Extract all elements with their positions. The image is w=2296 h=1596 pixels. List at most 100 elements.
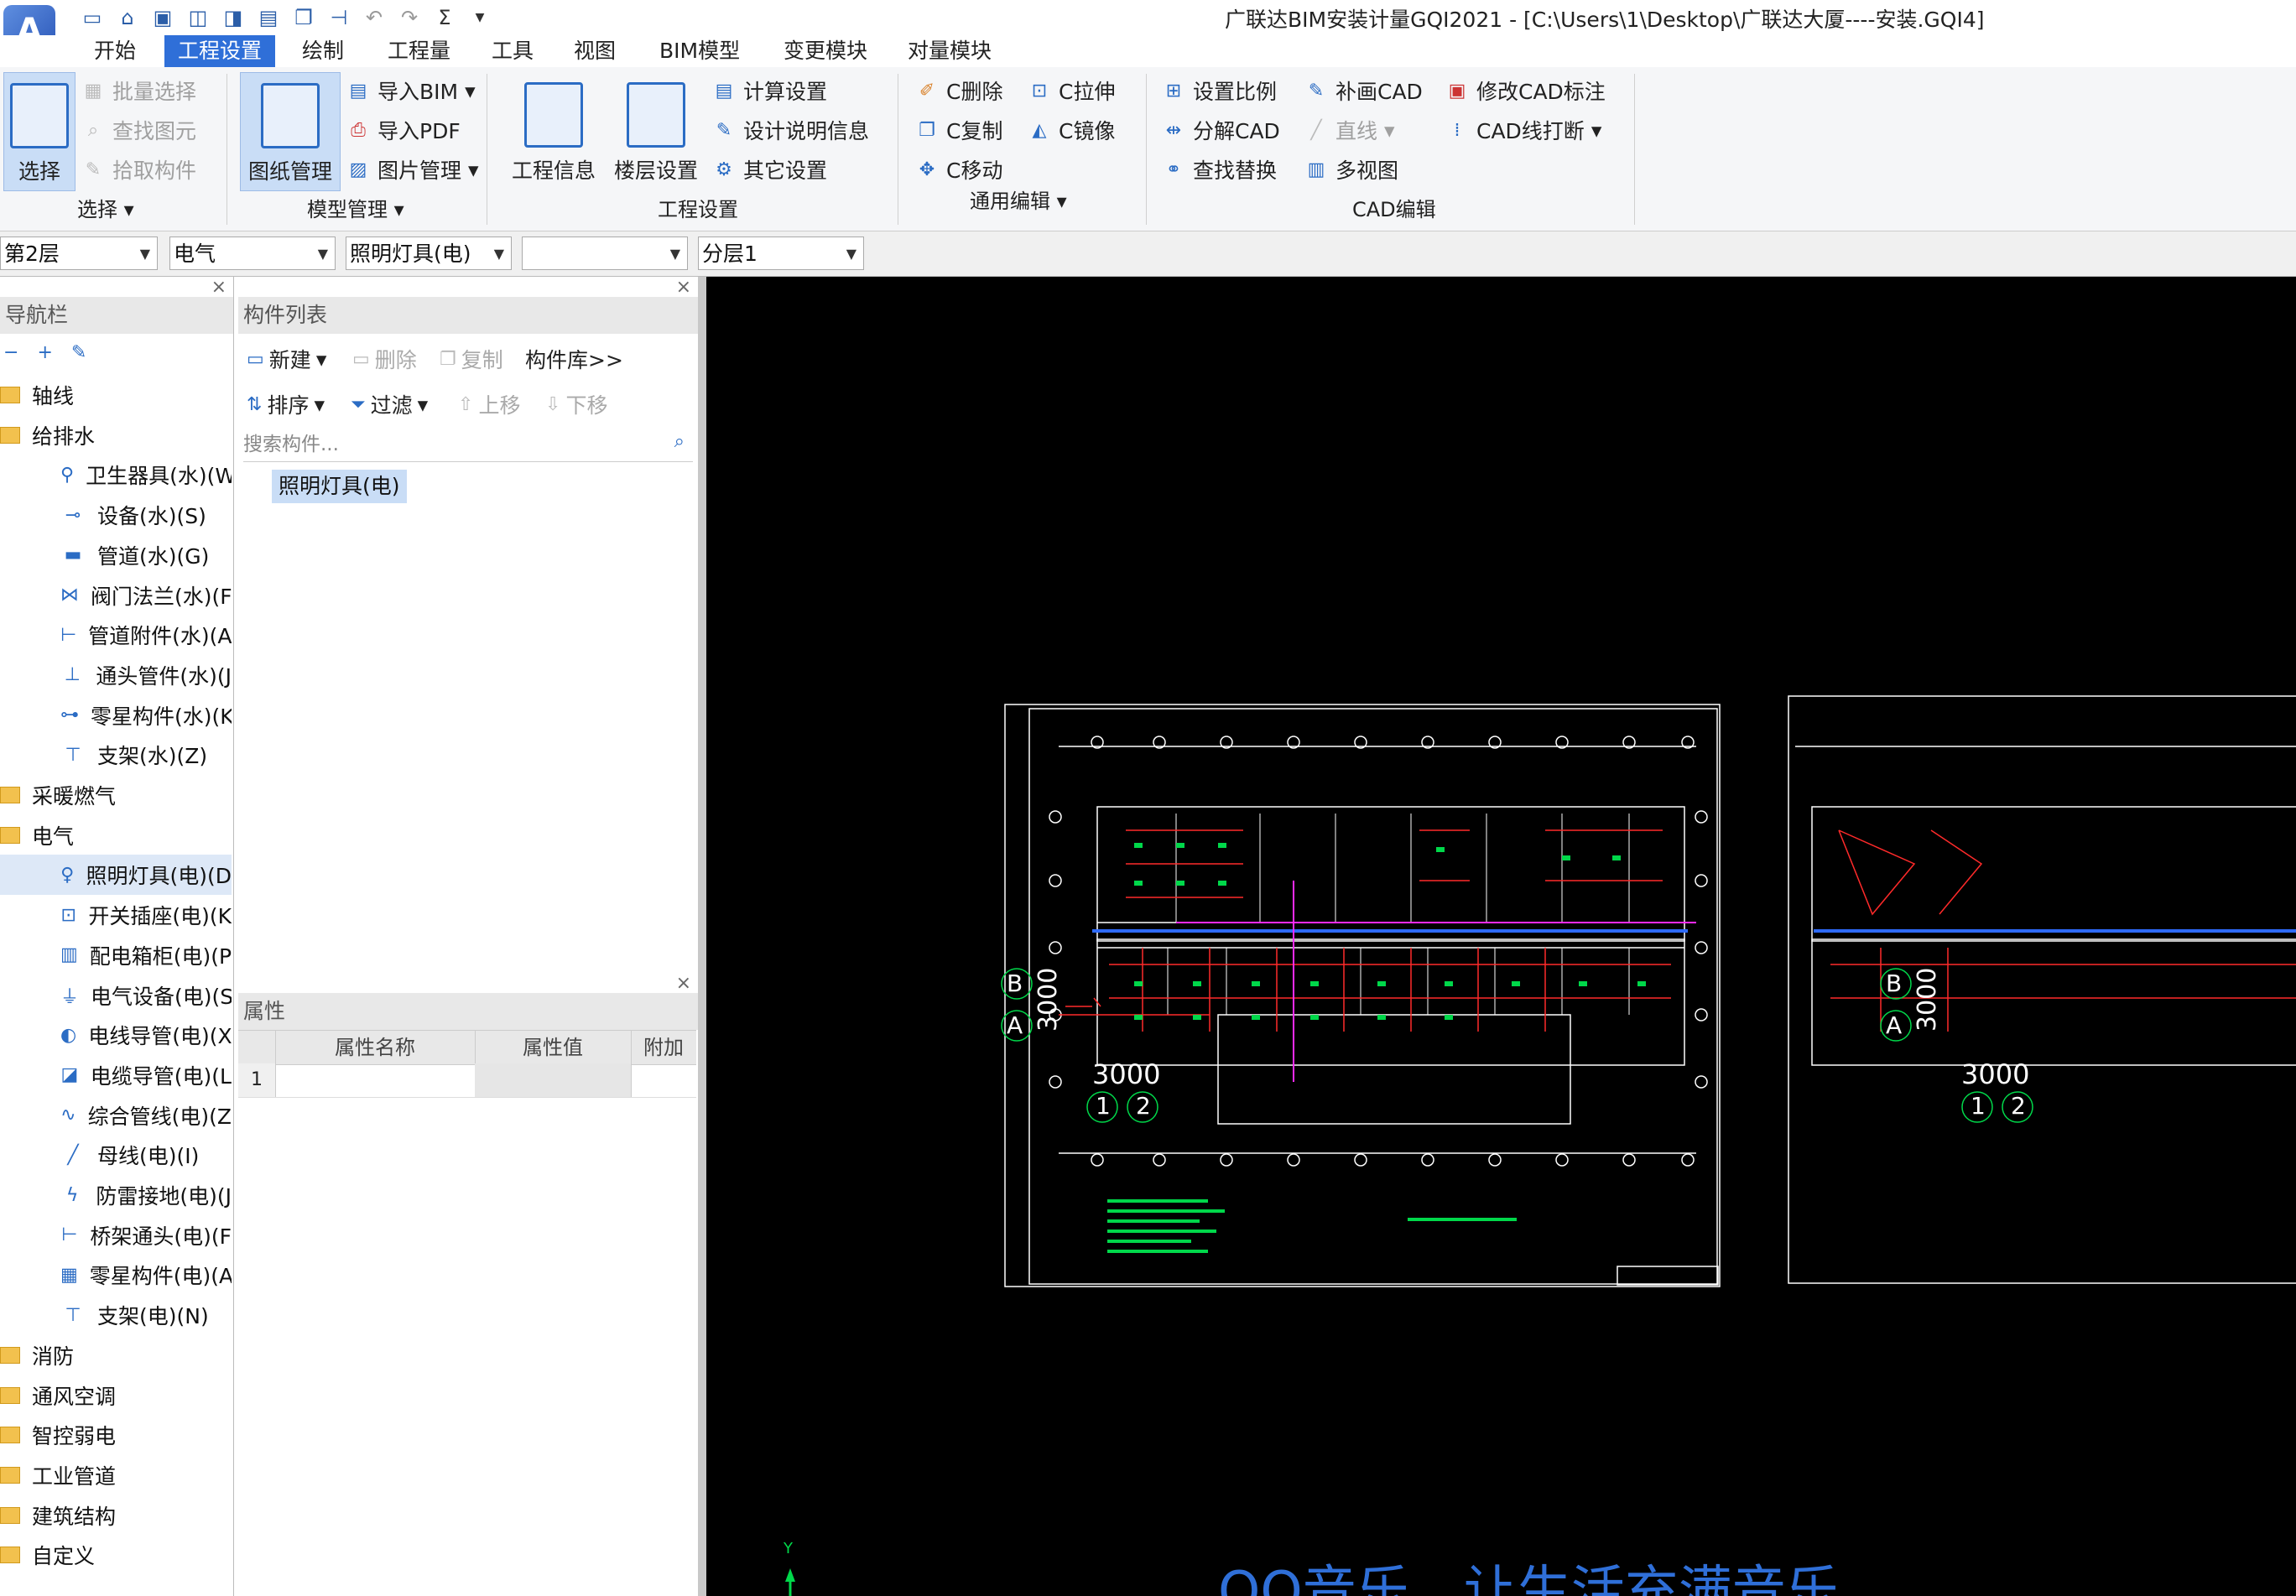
tab-tools[interactable]: 工具 <box>478 35 547 67</box>
pick-component-button[interactable]: ✎ 拾取构件 <box>81 153 196 186</box>
close-icon[interactable]: × <box>676 973 691 994</box>
nav-item[interactable]: ⏚ 电气设备(电)(S <box>0 975 232 1016</box>
nav-item[interactable]: ⊶ 零星构件(水)(K <box>0 695 232 736</box>
group-label-model[interactable]: 模型管理 ▾ <box>307 193 404 222</box>
undo-icon[interactable]: ↶ <box>359 3 389 32</box>
find-element-button[interactable]: ⌕ 查找图元 <box>81 113 196 147</box>
nav-item[interactable]: ▦ 零星构件(电)(A <box>0 1255 232 1295</box>
expand-icon[interactable]: + <box>37 342 52 363</box>
edit-icon[interactable]: ✎ <box>71 342 86 363</box>
redo-icon[interactable]: ↷ <box>394 3 424 32</box>
nav-item[interactable]: ⊥ 通头管件(水)(J <box>0 655 232 695</box>
component-search-input[interactable]: 搜索构件... <box>243 428 693 462</box>
new-component-button[interactable]: ▭ 新建 ▾ <box>247 342 326 376</box>
image-management-button[interactable]: ▨ 图片管理 ▾ <box>346 153 479 186</box>
find-replace-button[interactable]: ⚭ 查找替换 <box>1161 153 1277 186</box>
tab-draw[interactable]: 绘制 <box>289 35 357 67</box>
nav-folder[interactable]: 自定义 <box>0 1535 232 1575</box>
move-up-button[interactable]: ⇧ 上移 <box>458 387 520 421</box>
tab-reconcile-module[interactable]: 对量模块 <box>894 35 1005 67</box>
nav-item[interactable]: ⊤ 支架(电)(N) <box>0 1295 232 1335</box>
close-icon[interactable]: × <box>211 277 226 298</box>
import-pdf-button[interactable]: ⎙ 导入PDF <box>346 113 461 147</box>
nav-item[interactable]: ⊸ 设备(水)(S) <box>0 495 232 535</box>
drawing-management-button[interactable]: 图纸管理 <box>240 72 341 191</box>
project-info-button[interactable]: 工程信息 <box>503 72 604 190</box>
copy-icon[interactable]: ❐ <box>289 3 319 32</box>
component-select[interactable]: ▼ <box>522 237 688 270</box>
floor-select[interactable]: 第2层 ▼ <box>0 237 158 270</box>
discipline-select[interactable]: 电气 ▼ <box>169 237 336 270</box>
panel-splitter[interactable] <box>698 277 706 1596</box>
collapse-icon[interactable]: − <box>3 342 18 363</box>
select-button[interactable]: 选择 <box>3 72 75 191</box>
tab-start[interactable]: 开始 <box>81 35 149 67</box>
cad-stretch-button[interactable]: ⊡ C拉伸 <box>1027 74 1116 107</box>
open-icon[interactable]: ⌂ <box>112 3 143 32</box>
drawing-canvas[interactable]: B A 3000 3000 1 2 B A 3000 3000 1 2 Y QQ… <box>706 277 2296 1596</box>
nav-item[interactable]: ▬ 管道(水)(G) <box>0 535 232 575</box>
nav-item[interactable]: ⋈ 阀门法兰(水)(F <box>0 575 232 616</box>
group-label-select[interactable]: 选择 ▾ <box>77 193 134 222</box>
new-icon[interactable]: ▭ <box>77 3 107 32</box>
nav-item[interactable]: ⚲ 卫生器具(水)(W <box>0 455 232 495</box>
table-row[interactable]: 1 <box>238 1063 696 1098</box>
nav-item[interactable]: ⊢ 管道附件(水)(A <box>0 615 232 655</box>
set-scale-button[interactable]: ⊞ 设置比例 <box>1161 74 1277 107</box>
tab-view[interactable]: 视图 <box>560 35 629 67</box>
search-icon[interactable]: ⌕ <box>674 431 685 452</box>
sort-button[interactable]: ⇅ 排序 ▾ <box>247 387 325 421</box>
nav-folder[interactable]: 电气 <box>0 815 232 855</box>
delete-component-button[interactable]: ▭ 删除 <box>352 342 417 376</box>
component-list-item[interactable]: 照明灯具(电) <box>272 470 407 503</box>
export-icon[interactable]: ◨ <box>218 3 248 32</box>
sum-icon[interactable]: Σ <box>430 3 460 32</box>
close-icon[interactable]: × <box>676 277 691 298</box>
nav-item[interactable]: ∿ 综合管线(电)(Z <box>0 1095 232 1136</box>
report-icon[interactable]: ▤ <box>253 3 284 32</box>
multi-view-button[interactable]: ▥ 多视图 <box>1304 153 1398 186</box>
nav-item[interactable]: ╱ 母线(电)(I) <box>0 1135 232 1175</box>
nav-item[interactable]: ♀ 照明灯具(电)(D <box>0 855 232 896</box>
redraw-cad-button[interactable]: ✎ 补画CAD <box>1304 74 1423 107</box>
property-value-cell[interactable] <box>475 1063 632 1097</box>
nav-item[interactable]: ◪ 电缆导管(电)(L <box>0 1055 232 1095</box>
nav-item[interactable]: ⊡ 开关插座(电)(K <box>0 895 232 935</box>
cad-move-button[interactable]: ✥ C移动 <box>914 153 1003 186</box>
move-down-button[interactable]: ⇩ 下移 <box>545 387 607 421</box>
layer-select[interactable]: 分层1 ▼ <box>698 237 864 270</box>
import-bim-button[interactable]: ▤ 导入BIM ▾ <box>346 74 476 107</box>
component-type-select[interactable]: 照明灯具(电) ▼ <box>346 237 512 270</box>
tab-quantity[interactable]: 工程量 <box>374 35 464 67</box>
nav-folder[interactable]: 工业管道 <box>0 1455 232 1495</box>
cad-copy-button[interactable]: ❐ C复制 <box>914 113 1002 147</box>
modify-cad-dimension-button[interactable]: ▣ 修改CAD标注 <box>1445 74 1606 107</box>
filter-button[interactable]: ⏷ 过滤 ▾ <box>351 387 428 421</box>
design-notes-button[interactable]: ✎ 设计说明信息 <box>711 113 869 147</box>
floor-settings-button[interactable]: 楼层设置 <box>606 72 706 190</box>
nav-folder[interactable]: 通风空调 <box>0 1375 232 1416</box>
line-button[interactable]: ╱ 直线 ▾ <box>1304 113 1394 147</box>
nav-item[interactable]: ⊤ 支架(水)(Z) <box>0 735 232 775</box>
nav-item[interactable]: ▥ 配电箱柜(电)(P <box>0 935 232 975</box>
nav-item[interactable]: ◐ 电线导管(电)(X <box>0 1015 232 1055</box>
tab-project-settings[interactable]: 工程设置 <box>164 35 276 67</box>
tab-bim-model[interactable]: BIM模型 <box>646 35 753 67</box>
explode-cad-button[interactable]: ⇹ 分解CAD <box>1161 113 1280 147</box>
save-icon[interactable]: ▣ <box>148 3 178 32</box>
calc-settings-button[interactable]: ▤ 计算设置 <box>711 74 827 107</box>
tab-change-module[interactable]: 变更模块 <box>770 35 881 67</box>
batch-select-button[interactable]: ▦ 批量选择 <box>81 74 196 107</box>
nav-folder[interactable]: 轴线 <box>0 375 232 415</box>
cad-line-break-button[interactable]: ⁞ CAD线打断 ▾ <box>1445 113 1602 147</box>
nav-item[interactable]: ⊢ 桥架通头(电)(F <box>0 1215 232 1255</box>
copy-component-button[interactable]: ❐ 复制 <box>440 342 503 376</box>
cad-delete-button[interactable]: ✐ C删除 <box>914 74 1003 107</box>
group-label-edit[interactable]: 通用编辑 ▾ <box>970 185 1067 214</box>
nav-item[interactable]: ϟ 防雷接地(电)(J <box>0 1175 232 1215</box>
nav-folder[interactable]: 给排水 <box>0 415 232 455</box>
nav-folder[interactable]: 智控弱电 <box>0 1415 232 1455</box>
cad-icon[interactable]: ◫ <box>183 3 213 32</box>
nav-folder[interactable]: 消防 <box>0 1335 232 1375</box>
dropdown-icon[interactable]: ▼ <box>465 3 495 32</box>
